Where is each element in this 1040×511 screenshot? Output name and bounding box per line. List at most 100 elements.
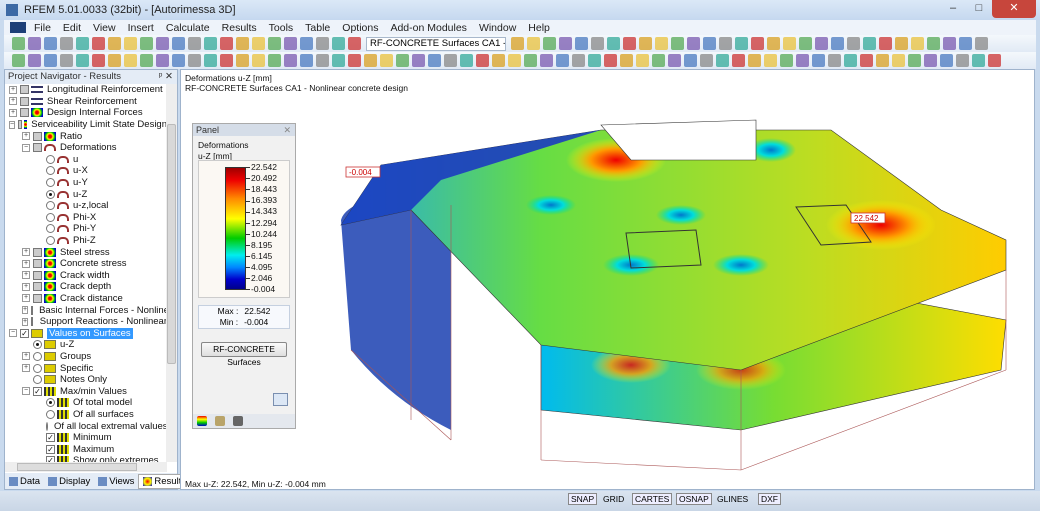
toolbar-button-icon[interactable] (527, 37, 540, 50)
tab-display[interactable]: Display (44, 476, 94, 487)
panel-close-button[interactable]: ✕ (283, 124, 291, 136)
tree-item[interactable]: Phi-Z (5, 235, 167, 247)
maximize-button[interactable]: □ (966, 0, 992, 18)
menu-tools[interactable]: Tools (269, 22, 294, 34)
radio-button[interactable] (46, 409, 55, 419)
toolbar-button-icon[interactable] (988, 54, 1001, 67)
toolbar-button-icon[interactable] (700, 54, 713, 67)
toolbar-button-icon[interactable] (252, 37, 265, 50)
menu-calculate[interactable]: Calculate (166, 22, 210, 34)
toolbar-button-icon[interactable] (188, 37, 201, 50)
toolbar-button-icon[interactable] (412, 54, 425, 67)
tree-item[interactable]: + Concrete stress (5, 258, 167, 270)
toolbar-button-icon[interactable] (556, 54, 569, 67)
toolbar-button-icon[interactable] (607, 37, 620, 50)
toolbar-button-icon[interactable] (975, 37, 988, 50)
tree-item[interactable]: + Ratio (5, 130, 167, 142)
toolbar-button-icon[interactable] (172, 37, 185, 50)
3d-viewport[interactable]: Deformations u-Z [mm] RF-CONCRETE Surfac… (180, 69, 1035, 490)
tree-item[interactable]: − ✓ Values on Surfaces (5, 327, 167, 339)
toolbar-button-icon[interactable] (959, 37, 972, 50)
radio-button[interactable] (33, 375, 42, 385)
radio-button[interactable] (33, 363, 42, 373)
tree-item[interactable]: + Shear Reinforcement (5, 96, 167, 108)
toolbar-button-icon[interactable] (815, 37, 828, 50)
toolbar-button-icon[interactable] (623, 37, 636, 50)
status-toggle-dxf[interactable]: DXF (758, 493, 781, 505)
tree-item[interactable]: u-Z (5, 188, 167, 200)
toolbar-button-icon[interactable] (668, 54, 681, 67)
menu-help[interactable]: Help (528, 22, 550, 34)
collapse-icon[interactable]: − (9, 329, 17, 338)
expand-icon[interactable]: + (22, 259, 30, 268)
checkbox[interactable] (20, 96, 29, 106)
toolbar-button-icon[interactable] (12, 54, 25, 67)
navigator-close-button[interactable]: ✕ (165, 71, 173, 82)
toolbar-button-icon[interactable] (284, 37, 297, 50)
tree-item[interactable]: + Steel stress (5, 246, 167, 258)
toolbar-button-icon[interactable] (911, 37, 924, 50)
radio-button[interactable] (46, 212, 55, 222)
tree-item[interactable]: − ✓ Max/min Values (5, 385, 167, 397)
toolbar-button-icon[interactable] (780, 54, 793, 67)
toolbar-button-icon[interactable] (636, 54, 649, 67)
toolbar-button-icon[interactable] (76, 37, 89, 50)
expand-icon[interactable]: + (9, 97, 17, 106)
status-toggle-grid[interactable]: GRID (600, 493, 627, 505)
expand-icon[interactable]: + (22, 294, 30, 303)
toolbar-button-icon[interactable] (492, 54, 505, 67)
checkbox[interactable] (33, 270, 42, 280)
toolbar-button-icon[interactable] (735, 37, 748, 50)
toolbar-button-icon[interactable] (172, 54, 185, 67)
toolbar-button-icon[interactable] (188, 54, 201, 67)
menu-insert[interactable]: Insert (128, 22, 154, 34)
toolbar-button-icon[interactable] (828, 54, 841, 67)
tree-item[interactable]: Notes Only (5, 374, 167, 386)
toolbar-button-icon[interactable] (28, 37, 41, 50)
tree-item[interactable]: u-Z (5, 339, 167, 351)
tree-item[interactable]: u-Y (5, 177, 167, 189)
checkbox[interactable] (33, 131, 42, 141)
toolbar-button-icon[interactable] (44, 37, 57, 50)
toolbar-button-icon[interactable] (220, 54, 233, 67)
radio-button[interactable] (33, 351, 42, 361)
toolbar-button-icon[interactable] (316, 54, 329, 67)
menu-table[interactable]: Table (305, 22, 330, 34)
expand-icon[interactable]: + (22, 352, 30, 361)
checkbox[interactable] (18, 120, 23, 130)
toolbar-button-icon[interactable] (924, 54, 937, 67)
toolbar-button-icon[interactable] (300, 37, 313, 50)
expand-icon[interactable]: + (22, 271, 30, 280)
toolbar-button-icon[interactable] (543, 37, 556, 50)
toolbar-button-icon[interactable] (252, 54, 265, 67)
menu-edit[interactable]: Edit (63, 22, 81, 34)
toolbar-button-icon[interactable] (620, 54, 633, 67)
toolbar-button-icon[interactable] (60, 37, 73, 50)
toolbar-button-icon[interactable] (748, 54, 761, 67)
pin-button[interactable]: ᵖ (159, 71, 163, 82)
checkbox[interactable]: ✓ (20, 328, 29, 338)
toolbar-button-icon[interactable] (204, 37, 217, 50)
toolbar-button-icon[interactable] (220, 37, 233, 50)
toolbar-button-icon[interactable] (140, 54, 153, 67)
tree-item[interactable]: + Crack distance (5, 293, 167, 305)
tree-item[interactable]: + Crack depth (5, 281, 167, 293)
checkbox[interactable] (20, 108, 29, 118)
checkbox[interactable] (33, 247, 42, 257)
rf-concrete-surfaces-button[interactable]: RF-CONCRETE Surfaces (201, 342, 287, 367)
toolbar-button-icon[interactable] (316, 37, 329, 50)
toolbar-button-icon[interactable] (927, 37, 940, 50)
toolbar-button-icon[interactable] (844, 54, 857, 67)
toolbar-button-icon[interactable] (348, 54, 361, 67)
checkbox[interactable]: ✓ (46, 433, 55, 443)
toolbar-button-icon[interactable] (799, 37, 812, 50)
tree-item[interactable]: u-z,local (5, 200, 167, 212)
toolbar-button-icon[interactable] (591, 37, 604, 50)
factors-tab-icon[interactable] (215, 416, 225, 426)
toolbar-button-icon[interactable] (847, 37, 860, 50)
toolbar-button-icon[interactable] (476, 54, 489, 67)
toolbar-button-icon[interactable] (348, 37, 361, 50)
minimize-button[interactable]: – (940, 0, 966, 18)
collapse-icon[interactable]: − (22, 387, 30, 396)
toolbar-button-icon[interactable] (639, 37, 652, 50)
